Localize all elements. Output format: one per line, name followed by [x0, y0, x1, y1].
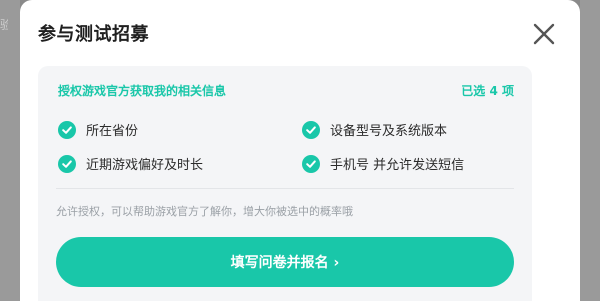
authorization-panel: 授权游戏官方获取我的相关信息 已选 4 项 所在省份 设备型号及系统版本 近期游…	[38, 66, 532, 301]
permission-game-preference[interactable]: 近期游戏偏好及时长	[58, 154, 203, 173]
background-right-edge	[580, 0, 600, 301]
permission-label: 近期游戏偏好及时长	[86, 158, 204, 173]
background-left-edge: 验	[0, 0, 20, 301]
close-button[interactable]	[530, 20, 558, 48]
check-icon	[302, 154, 320, 173]
close-icon	[533, 23, 555, 45]
permission-device[interactable]: 设备型号及系统版本	[302, 120, 447, 139]
authorization-heading: 授权游戏官方获取我的相关信息	[58, 84, 227, 98]
divider	[56, 188, 514, 189]
permission-label: 手机号 并允许发送短信	[330, 158, 465, 173]
check-icon	[58, 154, 76, 173]
recruitment-dialog: 参与测试招募 授权游戏官方获取我的相关信息 已选 4 项 所在省份 设备型号及系…	[20, 0, 580, 301]
fill-questionnaire-button[interactable]: 填写问卷并报名 ›	[56, 237, 514, 287]
check-icon	[302, 120, 320, 139]
authorization-hint: 允许授权，可以帮助游戏官方了解你，增大你被选中的概率哦	[56, 205, 353, 218]
permission-province[interactable]: 所在省份	[58, 120, 138, 139]
permission-label: 所在省份	[86, 124, 139, 139]
dialog-title: 参与测试招募	[38, 24, 149, 45]
permission-label: 设备型号及系统版本	[330, 124, 448, 139]
check-icon	[58, 120, 76, 139]
selected-count: 已选 4 项	[461, 84, 514, 98]
background-text-fragment: 验	[0, 18, 8, 32]
permission-phone-sms[interactable]: 手机号 并允许发送短信	[302, 154, 464, 173]
